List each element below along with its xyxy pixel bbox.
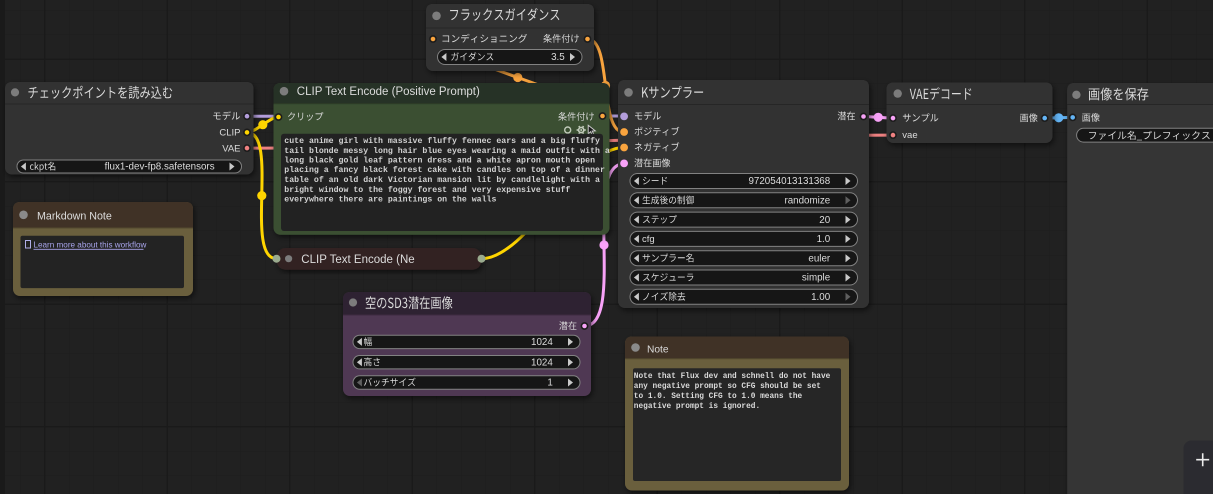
svg-text:Markdown Note: Markdown Note [37, 210, 112, 222]
svg-text:cute anime girl with massive f: cute anime girl with massive fluffy fenn… [284, 136, 600, 146]
svg-text:flux1-dev-fp8.safetensors: flux1-dev-fp8.safetensors [105, 162, 215, 173]
svg-text:972054013131368: 972054013131368 [748, 176, 830, 187]
svg-text:1024: 1024 [531, 357, 553, 368]
svg-text:1.00: 1.00 [811, 292, 831, 303]
svg-text:randomize: randomize [784, 196, 830, 207]
svg-text:CLIP Text Encode (Ne: CLIP Text Encode (Ne [301, 254, 414, 266]
svg-text:placing a fancy black forest c: placing a fancy black forest cake with c… [284, 165, 605, 175]
svg-text:1024: 1024 [531, 337, 553, 348]
svg-text:simple: simple [802, 273, 831, 284]
svg-text:3.5: 3.5 [551, 52, 565, 63]
svg-text:euler: euler [808, 253, 831, 264]
svg-text:any negative prompt so CFG sho: any negative prompt so CFG should be set [634, 383, 821, 391]
svg-text:Learn more about this workflow: Learn more about this workflow [34, 241, 147, 250]
svg-text:Note that Flux dev and schnell: Note that Flux dev and schnell do not ha… [634, 373, 831, 381]
svg-text:to 1.0. Setting CFG to 1.0 mea: to 1.0. Setting CFG to 1.0 means the [634, 393, 803, 401]
svg-text:cfg: cfg [642, 234, 655, 245]
svg-text:negative prompt is ignored.: negative prompt is ignored. [634, 403, 760, 411]
svg-text:VAE: VAE [222, 143, 240, 154]
svg-text:vae: vae [902, 130, 917, 141]
svg-text:1.0: 1.0 [817, 234, 831, 245]
svg-text:table of an old dark Victorian: table of an old dark Victorian mansion l… [284, 175, 600, 185]
svg-text:bright window to the foggy for: bright window to the foggy forest and ve… [284, 185, 570, 195]
svg-text:long black gold leaf pattern d: long black gold leaf pattern dress and a… [284, 156, 595, 166]
svg-text:1: 1 [547, 378, 552, 389]
svg-text:Note: Note [647, 344, 669, 355]
svg-text:CLIP Text Encode (Positive Pro: CLIP Text Encode (Positive Prompt) [297, 86, 480, 98]
svg-text:tail blonde messy long hair bl: tail blonde messy long hair blue eyes we… [284, 146, 610, 156]
svg-text:20: 20 [819, 215, 830, 226]
svg-text:everywhere there are paintings: everywhere there are paintings on the wa… [284, 195, 496, 205]
svg-text:CLIP: CLIP [219, 128, 240, 139]
